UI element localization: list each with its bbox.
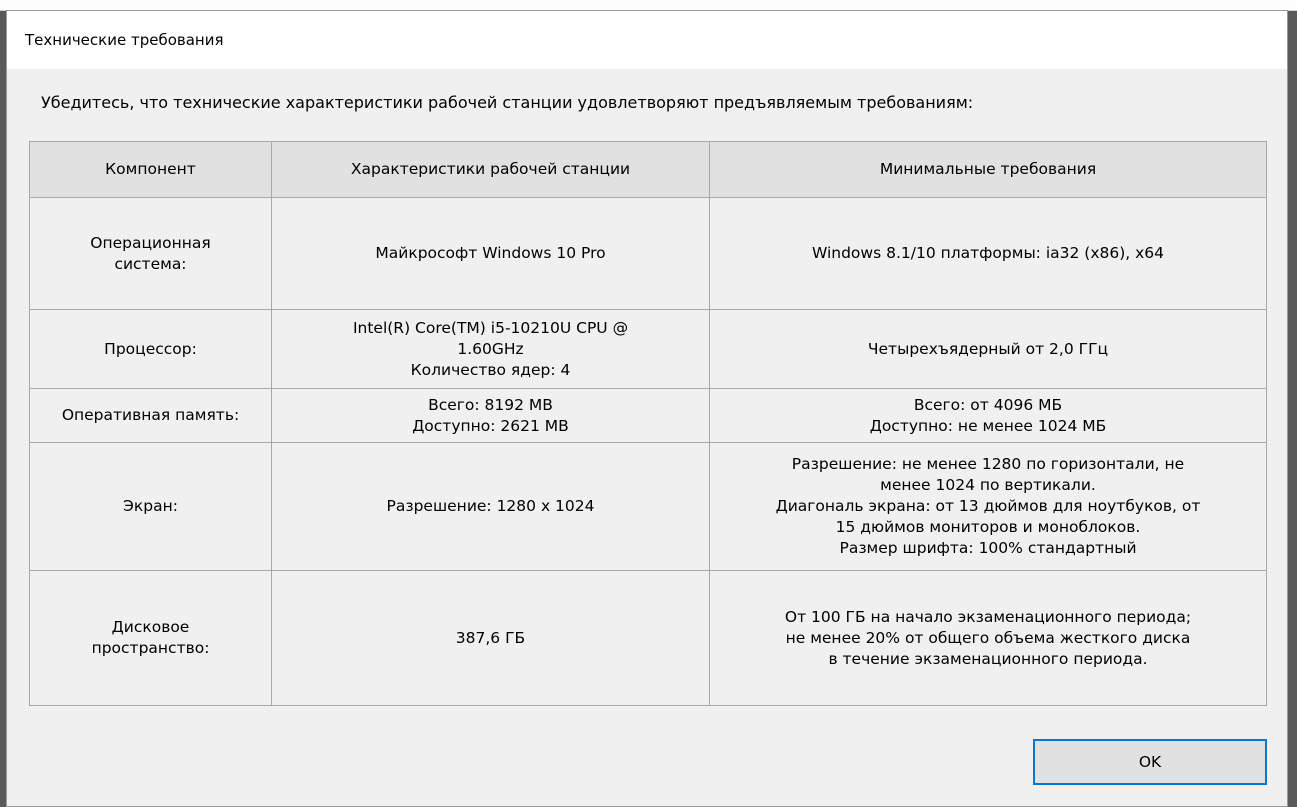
header-minimum: Минимальные требования (709, 141, 1267, 198)
cell-minimum: Windows 8.1/10 платформы: ia32 (x86), x6… (709, 197, 1267, 310)
cell-workstation: Разрешение: 1280 x 1024 (271, 442, 710, 571)
table-row-ram: Оперативная память: Всего: 8192 MB Доступ… (29, 388, 1267, 443)
table-row-os: Операционная система: Майкрософт Windows … (29, 197, 1267, 310)
cell-component: Операционная система: (29, 197, 272, 310)
cell-minimum: Разрешение: не менее 1280 по горизонтали… (709, 442, 1267, 571)
cell-minimum: Всего: от 4096 МБ Доступно: не менее 1024… (709, 388, 1267, 443)
header-component: Компонент (29, 141, 272, 198)
cell-workstation: Майкрософт Windows 10 Pro (271, 197, 710, 310)
table-header-row: Компонент Характеристики рабочей станции… (29, 141, 1267, 198)
cell-component: Дисковое пространство: (29, 570, 272, 706)
cell-component: Экран: (29, 442, 272, 571)
intro-text: Убедитесь, что технические характеристик… (41, 93, 974, 112)
cell-component: Процессор: (29, 309, 272, 389)
cell-component: Оперативная память: (29, 388, 272, 443)
ok-button[interactable]: OK (1033, 739, 1267, 785)
cell-workstation: 387,6 ГБ (271, 570, 710, 706)
requirements-table: Компонент Характеристики рабочей станции… (29, 141, 1267, 706)
dialog-titlebar: Технические требования (7, 11, 1287, 69)
requirements-dialog: Технические требования Убедитесь, что те… (6, 10, 1288, 807)
header-workstation: Характеристики рабочей станции (271, 141, 710, 198)
dialog-title: Технические требования (25, 31, 224, 49)
cell-minimum: Четырехъядерный от 2,0 ГГц (709, 309, 1267, 389)
table-row-screen: Экран: Разрешение: 1280 x 1024 Разрешени… (29, 442, 1267, 571)
cell-minimum: От 100 ГБ на начало экзаменационного пер… (709, 570, 1267, 706)
cell-workstation: Всего: 8192 MB Доступно: 2621 MB (271, 388, 710, 443)
table-row-disk: Дисковое пространство: 387,6 ГБ От 100 ГБ… (29, 570, 1267, 706)
table-row-cpu: Процессор: Intel(R) Core(TM) i5-10210U C… (29, 309, 1267, 389)
cell-workstation: Intel(R) Core(TM) i5-10210U CPU @1.60GHz… (271, 309, 710, 389)
